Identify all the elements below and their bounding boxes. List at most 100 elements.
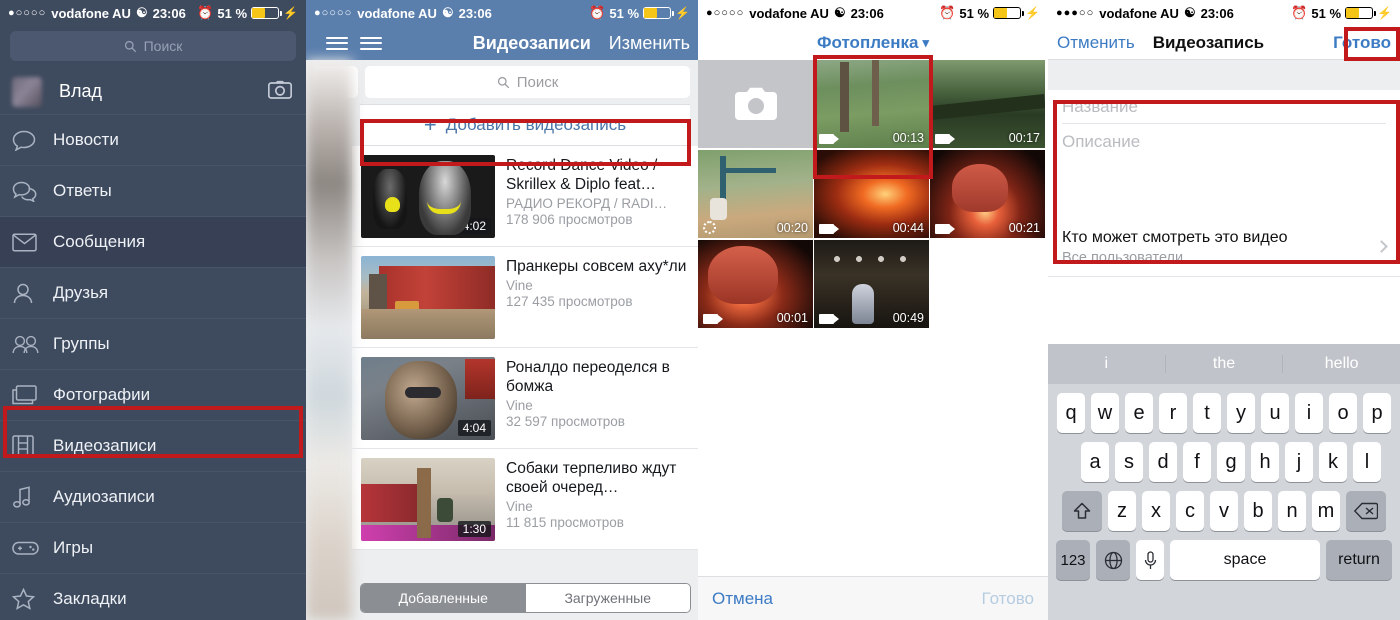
- sidebar-item-friends[interactable]: Друзья: [0, 268, 306, 319]
- key-g[interactable]: g: [1217, 442, 1245, 482]
- sidebar-item-label: Аудиозаписи: [53, 487, 155, 506]
- key-a[interactable]: a: [1081, 442, 1109, 482]
- key-x[interactable]: x: [1142, 491, 1170, 531]
- key-o[interactable]: o: [1329, 393, 1357, 433]
- add-video-button[interactable]: + Добавить видеозапись: [360, 104, 690, 146]
- media-tile[interactable]: 00:17: [930, 60, 1045, 148]
- search-placeholder: Поиск: [143, 38, 183, 54]
- hamburger-icon[interactable]: [326, 33, 348, 53]
- key-l[interactable]: l: [1353, 442, 1381, 482]
- key-w[interactable]: w: [1091, 393, 1119, 433]
- cancel-button[interactable]: Отменить: [1057, 33, 1135, 53]
- key-b[interactable]: b: [1244, 491, 1272, 531]
- camera-capture-tile[interactable]: [698, 60, 813, 148]
- wifi-icon: ☯: [833, 5, 846, 20]
- camera-icon[interactable]: [267, 80, 293, 104]
- key-i[interactable]: i: [1295, 393, 1323, 433]
- video-list-item[interactable]: 1:20 Пранкеры совсем аху*ли Vine 127 435…: [352, 247, 698, 348]
- lightning-bolt-icon: ⚡: [1025, 6, 1040, 20]
- video-list-item[interactable]: 4:04 Роналдо переоделся в бомжа Vine 32 …: [352, 348, 698, 449]
- sidebar-item-audio[interactable]: Аудиозаписи: [0, 472, 306, 523]
- media-tile[interactable]: 00:13: [814, 60, 929, 148]
- key-u[interactable]: u: [1261, 393, 1289, 433]
- album-selector[interactable]: Фотопленка ▾: [698, 26, 1048, 60]
- media-tile[interactable]: 00:44: [814, 150, 929, 238]
- navigation-bar-2: Видеозаписи Изменить: [306, 26, 698, 60]
- tab-added[interactable]: Добавленные: [361, 584, 526, 612]
- hamburger-icon-secondary[interactable]: [360, 33, 382, 53]
- done-button[interactable]: Готово: [1333, 33, 1391, 53]
- alarm-icon: ⏰: [939, 5, 956, 20]
- video-list: 4:02 Record Dance Video / Skrillex & Dip…: [352, 146, 698, 550]
- suggestion-chip[interactable]: the: [1166, 355, 1284, 373]
- done-button[interactable]: Готово: [982, 589, 1035, 609]
- battery-icon: [993, 7, 1025, 19]
- key-h[interactable]: h: [1251, 442, 1279, 482]
- globe-icon[interactable]: [1096, 540, 1130, 580]
- video-views: 178 906 просмотров: [506, 212, 633, 227]
- key-m[interactable]: m: [1312, 491, 1340, 531]
- backspace-icon[interactable]: [1346, 491, 1386, 531]
- key-k[interactable]: k: [1319, 442, 1347, 482]
- sidebar-item-label: Игры: [53, 538, 94, 557]
- key-c[interactable]: c: [1176, 491, 1204, 531]
- sidebar-item-bookmarks[interactable]: Закладки: [0, 574, 306, 620]
- search-input[interactable]: Поиск: [365, 66, 690, 98]
- key-e[interactable]: e: [1125, 393, 1153, 433]
- key-s[interactable]: s: [1115, 442, 1143, 482]
- navigation-bar-4: Отменить Видеозапись Готово: [1048, 26, 1400, 60]
- cancel-button[interactable]: Отмена: [712, 589, 773, 609]
- media-tile[interactable]: 00:01: [698, 240, 813, 328]
- sidebar-item-photos[interactable]: Фотографии: [0, 370, 306, 421]
- video-icon: [819, 224, 839, 234]
- key-v[interactable]: v: [1210, 491, 1238, 531]
- key-t[interactable]: t: [1193, 393, 1221, 433]
- key-p[interactable]: p: [1363, 393, 1391, 433]
- video-description-field[interactable]: Описание: [1062, 124, 1386, 220]
- suggestion-chip[interactable]: i: [1048, 355, 1166, 373]
- media-tile[interactable]: 00:49: [814, 240, 929, 328]
- people-icon: [12, 335, 46, 354]
- speech-bubble-icon: [12, 130, 46, 151]
- key-j[interactable]: j: [1285, 442, 1313, 482]
- suggestion-chip[interactable]: hello: [1283, 355, 1400, 373]
- privacy-row[interactable]: Кто может смотреть это видео Все пользов…: [1048, 220, 1400, 277]
- sidebar-item-news[interactable]: Новости: [0, 115, 306, 166]
- camera-icon: [734, 87, 777, 120]
- numeric-switch-key[interactable]: 123: [1056, 540, 1090, 580]
- video-icon: [819, 134, 839, 144]
- key-z[interactable]: z: [1108, 491, 1136, 531]
- key-n[interactable]: n: [1278, 491, 1306, 531]
- video-meta: Роналдо переоделся в бомжа Vine 32 597 п…: [506, 357, 690, 439]
- sidebar-item-answers[interactable]: Ответы: [0, 166, 306, 217]
- sidebar-item-videos[interactable]: Видеозаписи: [0, 421, 306, 472]
- media-tile[interactable]: 00:21: [930, 150, 1045, 238]
- battery-icon: [643, 7, 675, 19]
- key-q[interactable]: q: [1057, 393, 1085, 433]
- media-duration: 00:44: [892, 221, 924, 235]
- key-r[interactable]: r: [1159, 393, 1187, 433]
- shift-arrow-icon[interactable]: [1062, 491, 1102, 531]
- key-y[interactable]: y: [1227, 393, 1255, 433]
- microphone-icon[interactable]: [1136, 540, 1164, 580]
- key-d[interactable]: d: [1149, 442, 1177, 482]
- search-input[interactable]: Поиск: [10, 31, 296, 61]
- sidebar-item-groups[interactable]: Группы: [0, 319, 306, 370]
- sidebar-item-messages[interactable]: Сообщения: [0, 217, 306, 268]
- edit-button[interactable]: Изменить: [609, 33, 690, 54]
- sidebar-item-games[interactable]: Игры: [0, 523, 306, 574]
- video-list-item[interactable]: 4:02 Record Dance Video / Skrillex & Dip…: [352, 146, 698, 247]
- video-list-item[interactable]: 1:30 Собаки терпеливо ждут своей очеред……: [352, 449, 698, 550]
- tab-uploaded[interactable]: Загруженные: [525, 584, 690, 612]
- video-icon: [935, 134, 955, 144]
- return-key[interactable]: return: [1326, 540, 1392, 580]
- key-f[interactable]: f: [1183, 442, 1211, 482]
- video-name-field[interactable]: Название: [1062, 90, 1386, 124]
- search-row: Поиск: [306, 60, 698, 104]
- video-views: 11 815 просмотров: [506, 515, 624, 530]
- sidebar-profile[interactable]: Влад: [0, 69, 306, 115]
- media-tile[interactable]: 00:20: [698, 150, 813, 238]
- film-strip-icon: [12, 435, 46, 457]
- space-key[interactable]: space: [1170, 540, 1320, 580]
- on-screen-keyboard: i the hello q w e r t y u i o p a s d f: [1048, 344, 1400, 620]
